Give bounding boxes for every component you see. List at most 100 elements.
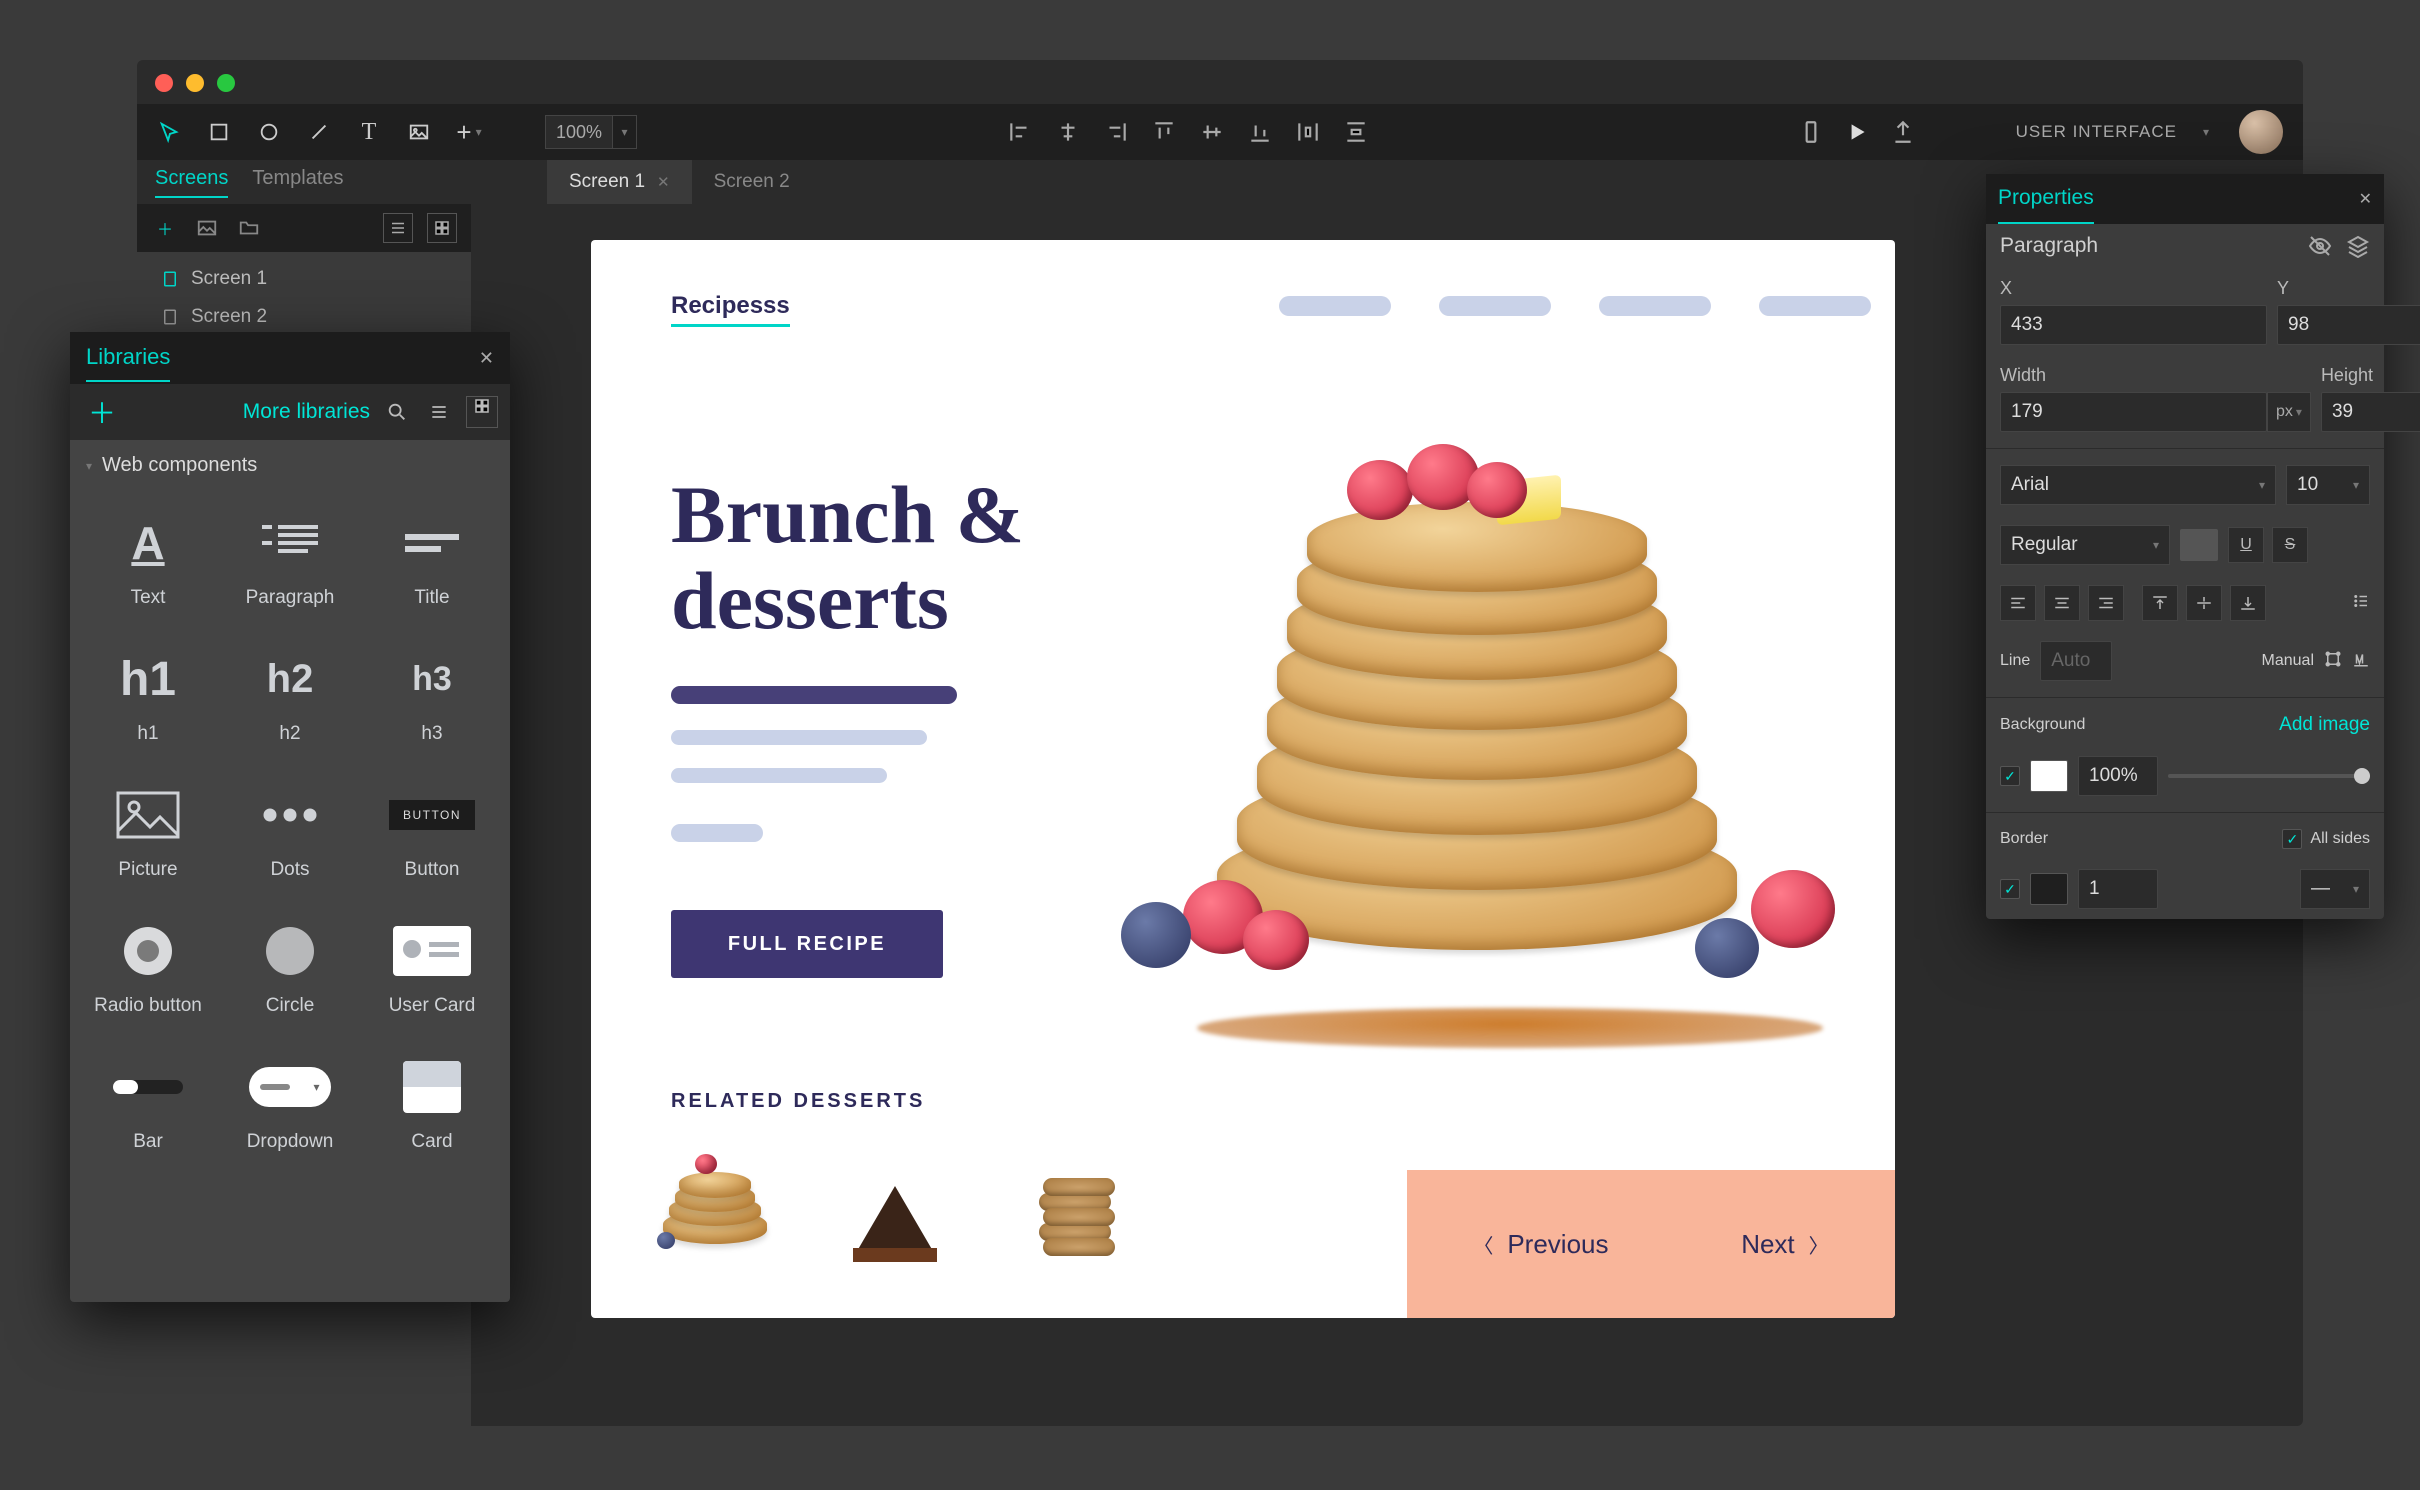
component-picture[interactable]: Picture [80, 773, 216, 889]
font-family-dropdown[interactable]: Arial▾ [2000, 465, 2276, 505]
search-icon[interactable] [382, 401, 412, 423]
list-icon[interactable] [2352, 592, 2370, 615]
bg-opacity-slider[interactable] [2168, 774, 2370, 778]
cta-button[interactable]: FULL RECIPE [671, 910, 943, 978]
align-bottom-icon[interactable] [1247, 119, 1273, 145]
text-align-left-icon[interactable] [2000, 585, 2036, 621]
headline[interactable]: Brunch & desserts [671, 472, 1024, 644]
nav-placeholder[interactable] [1439, 296, 1551, 316]
valign-bottom-icon[interactable] [2230, 585, 2266, 621]
project-name[interactable]: USER INTERFACE [2016, 122, 2177, 142]
bg-opacity-input[interactable] [2078, 756, 2158, 796]
align-center-h-icon[interactable] [1055, 119, 1081, 145]
next-button[interactable]: Next〉 [1741, 1229, 1828, 1260]
zoom-level[interactable]: 100% [545, 115, 613, 149]
window-close[interactable] [155, 74, 173, 92]
component-button[interactable]: BUTTONButton [364, 773, 500, 889]
valign-middle-icon[interactable] [2186, 585, 2222, 621]
align-left-icon[interactable] [1007, 119, 1033, 145]
border-width-input[interactable] [2078, 869, 2158, 909]
list-view-icon[interactable] [383, 213, 413, 243]
prev-button[interactable]: 〈Previous [1473, 1229, 1608, 1260]
border-color-swatch[interactable] [2030, 873, 2068, 905]
hero-image[interactable] [1147, 440, 1873, 1040]
component-card[interactable]: Card [364, 1045, 500, 1161]
close-tab-icon[interactable]: ✕ [657, 173, 670, 191]
height-input[interactable] [2321, 392, 2420, 432]
component-h1[interactable]: h1h1 [80, 637, 216, 753]
layers-icon[interactable] [2346, 234, 2370, 258]
align-right-icon[interactable] [1103, 119, 1129, 145]
pointer-tool[interactable] [151, 114, 187, 150]
properties-close-icon[interactable]: ✕ [2359, 189, 2372, 209]
letter-spacing-icon[interactable] [2352, 650, 2370, 673]
align-middle-icon[interactable] [1199, 119, 1225, 145]
design-canvas[interactable]: Recipesss Brunch & desserts FULL RECIPE … [591, 240, 1895, 1318]
distribute-v-icon[interactable] [1343, 119, 1369, 145]
width-unit-dropdown[interactable]: px▾ [2267, 392, 2311, 432]
width-input[interactable] [2000, 392, 2267, 432]
window-maximize[interactable] [217, 74, 235, 92]
text-align-right-icon[interactable] [2088, 585, 2124, 621]
visibility-toggle-icon[interactable] [2308, 234, 2332, 258]
valign-top-icon[interactable] [2142, 585, 2178, 621]
bg-color-swatch[interactable] [2030, 760, 2068, 792]
add-tool[interactable]: +▾ [451, 114, 487, 150]
component-h3[interactable]: h3h3 [364, 637, 500, 753]
list-view-icon[interactable] [424, 402, 454, 422]
nav-placeholder[interactable] [1599, 296, 1711, 316]
nav-placeholder[interactable] [1279, 296, 1391, 316]
doc-tab-screen-1[interactable]: Screen 1✕ [547, 160, 692, 204]
line-tool[interactable] [301, 114, 337, 150]
component-dropdown[interactable]: ▾Dropdown [222, 1045, 358, 1161]
component-bar[interactable]: Bar [80, 1045, 216, 1161]
add-screen-button[interactable]: ＋ [151, 214, 179, 242]
component-h2[interactable]: h2h2 [222, 637, 358, 753]
screen-item-2[interactable]: Screen 2 [155, 298, 453, 336]
related-thumb-cake[interactable] [831, 1140, 959, 1268]
upload-icon[interactable] [1890, 119, 1916, 145]
component-user-card[interactable]: User Card [364, 909, 500, 1025]
component-radio-button[interactable]: Radio button [80, 909, 216, 1025]
new-library-button[interactable]: ＋ [82, 392, 122, 432]
side-tab-templates[interactable]: Templates [252, 167, 343, 198]
body-placeholder[interactable] [671, 768, 887, 783]
related-thumb-pancakes[interactable] [651, 1140, 779, 1268]
body-placeholder[interactable] [671, 824, 763, 842]
circle-tool[interactable] [251, 114, 287, 150]
section-web-components[interactable]: ▾Web components [70, 440, 510, 491]
all-sides-checkbox[interactable]: ✓ [2282, 829, 2302, 849]
line-height-input[interactable] [2040, 641, 2112, 681]
screen-item-1[interactable]: Screen 1 [155, 260, 453, 298]
add-image-link[interactable]: Add image [2279, 714, 2370, 736]
add-from-image-icon[interactable] [193, 214, 221, 242]
site-logo[interactable]: Recipesss [671, 292, 790, 327]
component-paragraph[interactable]: Paragraph [222, 501, 358, 617]
project-dropdown-icon[interactable]: ▾ [2203, 125, 2209, 139]
component-dots[interactable]: Dots [222, 773, 358, 889]
strikethrough-icon[interactable]: S [2272, 527, 2308, 563]
body-placeholder[interactable] [671, 730, 927, 745]
text-tool[interactable]: T [351, 114, 387, 150]
window-minimize[interactable] [186, 74, 204, 92]
x-input[interactable] [2000, 305, 2267, 345]
component-text[interactable]: AText [80, 501, 216, 617]
related-heading[interactable]: RELATED DESSERTS [671, 1090, 925, 1113]
related-thumb-cookies[interactable] [1011, 1140, 1139, 1268]
doc-tab-screen-2[interactable]: Screen 2 [692, 160, 812, 204]
transform-icon[interactable] [2324, 650, 2342, 673]
zoom-dropdown[interactable]: ▾ [613, 115, 637, 149]
more-libraries-link[interactable]: More libraries [243, 400, 370, 424]
distribute-h-icon[interactable] [1295, 119, 1321, 145]
add-folder-icon[interactable] [235, 214, 263, 242]
y-input[interactable] [2277, 305, 2420, 345]
device-preview-icon[interactable] [1798, 119, 1824, 145]
font-weight-dropdown[interactable]: Regular▾ [2000, 525, 2170, 565]
bg-enabled-checkbox[interactable]: ✓ [2000, 766, 2020, 786]
play-icon[interactable] [1844, 119, 1870, 145]
underline-icon[interactable]: U [2228, 527, 2264, 563]
text-color-swatch[interactable] [2180, 529, 2218, 561]
nav-placeholder[interactable] [1759, 296, 1871, 316]
text-align-center-icon[interactable] [2044, 585, 2080, 621]
border-style-dropdown[interactable]: —▾ [2300, 869, 2370, 909]
